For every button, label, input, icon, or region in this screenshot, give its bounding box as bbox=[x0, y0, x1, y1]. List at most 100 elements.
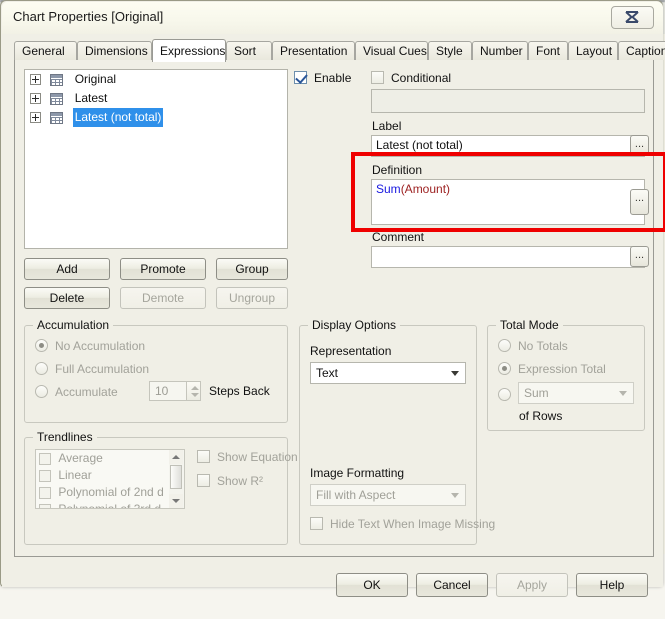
label-full-accumulation: Full Accumulation bbox=[55, 362, 150, 376]
representation-value: Text bbox=[316, 366, 339, 380]
expand-plus-icon[interactable] bbox=[30, 93, 41, 105]
label-input[interactable]: Latest (not total) bbox=[371, 135, 645, 157]
checkbox-conditional[interactable] bbox=[371, 71, 384, 84]
scroll-down-icon[interactable] bbox=[169, 494, 183, 508]
tab-sort[interactable]: Sort bbox=[226, 41, 272, 60]
radio-accumulate[interactable] bbox=[35, 385, 48, 398]
expand-plus-icon[interactable] bbox=[30, 112, 41, 124]
trendline-option-poly2[interactable]: Polynomial of 2nd d bbox=[36, 484, 169, 501]
trendline-option-label: Polynomial of 3rd d bbox=[58, 501, 161, 508]
cancel-button[interactable]: Cancel bbox=[416, 573, 488, 597]
tree-item-original[interactable]: Original bbox=[25, 70, 287, 89]
total-mode-group-title: Total Mode bbox=[496, 318, 563, 332]
trendline-option-poly3[interactable]: Polynomial of 3rd d bbox=[36, 501, 169, 508]
checkbox-show-r2[interactable] bbox=[197, 474, 210, 487]
definition-function-token: Sum bbox=[376, 182, 401, 196]
label-expression-total: Expression Total bbox=[518, 362, 606, 376]
promote-button[interactable]: Promote bbox=[120, 258, 206, 280]
close-button[interactable] bbox=[611, 6, 654, 29]
radio-aggregation[interactable] bbox=[498, 388, 511, 401]
radio-no-totals[interactable] bbox=[498, 339, 511, 352]
representation-select[interactable]: Text bbox=[310, 362, 466, 384]
trendline-option-average[interactable]: Average bbox=[36, 450, 169, 467]
spinner-up-icon[interactable] bbox=[191, 386, 199, 390]
trendlines-scrollbar[interactable] bbox=[169, 449, 185, 509]
label-definition-field: Definition bbox=[372, 163, 423, 177]
chevron-down-icon bbox=[451, 493, 459, 498]
tab-font[interactable]: Font bbox=[528, 41, 568, 60]
label-image-formatting: Image Formatting bbox=[310, 466, 405, 480]
expression-tree[interactable]: Original Latest Latest (not total) bbox=[24, 69, 288, 249]
tab-layout[interactable]: Layout bbox=[568, 41, 618, 60]
dialog-button-bar: OK Cancel Apply Help bbox=[3, 561, 664, 619]
tab-visual-cues[interactable]: Visual Cues bbox=[355, 41, 428, 60]
definition-argument-token: (Amount) bbox=[400, 182, 451, 196]
image-formatting-value: Fill with Aspect bbox=[316, 488, 396, 502]
image-formatting-select: Fill with Aspect bbox=[310, 484, 466, 506]
label-browse-button[interactable]: ... bbox=[630, 135, 649, 156]
trendline-option-label: Polynomial of 2nd d bbox=[58, 485, 164, 500]
group-button[interactable]: Group bbox=[216, 258, 288, 280]
definition-input[interactable]: Sum(Amount) bbox=[371, 179, 645, 225]
tab-style[interactable]: Style bbox=[428, 41, 472, 60]
label-show-equation: Show Equation bbox=[217, 450, 298, 464]
label-conditional: Conditional bbox=[391, 71, 452, 85]
steps-back-spinner[interactable] bbox=[186, 381, 201, 401]
tab-number[interactable]: Number bbox=[472, 41, 528, 60]
radio-expression-total[interactable] bbox=[498, 362, 511, 375]
tree-item-label: Original bbox=[74, 72, 117, 87]
tab-presentation[interactable]: Presentation bbox=[272, 41, 355, 60]
dialog-client-area: General Dimensions Expressions Sort Pres… bbox=[2, 34, 665, 597]
aggregation-select: Sum bbox=[518, 382, 634, 404]
checkbox-icon[interactable] bbox=[39, 452, 51, 465]
tab-general[interactable]: General bbox=[14, 41, 77, 60]
label-steps-back: Steps Back bbox=[209, 384, 270, 398]
tree-item-label-selected: Latest (not total) bbox=[72, 108, 164, 128]
add-button[interactable]: Add bbox=[24, 258, 110, 280]
definition-browse-button[interactable]: ... bbox=[630, 189, 649, 215]
scrollbar-thumb[interactable] bbox=[170, 465, 182, 489]
steps-back-input[interactable]: 10 bbox=[149, 381, 187, 401]
expressions-panel: Original Latest Latest (not total) Add P… bbox=[14, 60, 654, 557]
scroll-up-icon[interactable] bbox=[169, 450, 183, 464]
delete-button[interactable]: Delete bbox=[24, 287, 110, 309]
trendline-option-label: Linear bbox=[58, 468, 92, 483]
radio-no-accumulation[interactable] bbox=[35, 339, 48, 352]
tab-caption[interactable]: Caption bbox=[618, 41, 665, 60]
dialog-titlebar: Chart Properties [Original] bbox=[2, 2, 663, 34]
tree-item-latest[interactable]: Latest bbox=[25, 89, 287, 108]
tab-expressions[interactable]: Expressions bbox=[152, 39, 226, 62]
tab-dimensions[interactable]: Dimensions bbox=[77, 41, 152, 60]
tab-strip: General Dimensions Expressions Sort Pres… bbox=[14, 39, 665, 62]
comment-browse-button[interactable]: ... bbox=[630, 246, 649, 267]
help-button[interactable]: Help bbox=[576, 573, 648, 597]
ok-button[interactable]: OK bbox=[336, 573, 408, 597]
tree-item-latest-not-total[interactable]: Latest (not total) bbox=[25, 108, 287, 128]
trendline-option-linear[interactable]: Linear bbox=[36, 467, 169, 484]
dialog-title: Chart Properties [Original] bbox=[13, 9, 164, 24]
accumulation-group: Accumulation No Accumulation Full Accumu… bbox=[24, 318, 288, 423]
expand-plus-icon[interactable] bbox=[30, 74, 41, 86]
trendlines-list[interactable]: Average Linear Polynomial of 2nd d Polyn… bbox=[35, 449, 170, 509]
trendlines-group-title: Trendlines bbox=[33, 430, 97, 444]
checkbox-icon[interactable] bbox=[39, 469, 51, 482]
accumulation-group-title: Accumulation bbox=[33, 318, 114, 332]
comment-input[interactable] bbox=[371, 246, 645, 268]
checkbox-enable[interactable] bbox=[294, 71, 307, 84]
total-mode-group: Total Mode No Totals Expression Total Su… bbox=[487, 318, 645, 431]
label-of-rows: of Rows bbox=[519, 409, 563, 423]
tree-item-label: Latest bbox=[74, 91, 108, 106]
label-enable: Enable bbox=[314, 71, 352, 85]
conditional-input[interactable] bbox=[371, 89, 645, 113]
label-show-r2: Show R² bbox=[217, 474, 264, 488]
chevron-down-icon bbox=[619, 391, 627, 396]
apply-button: Apply bbox=[496, 573, 568, 597]
radio-full-accumulation[interactable] bbox=[35, 362, 48, 375]
label-representation: Representation bbox=[310, 344, 392, 358]
checkbox-show-equation[interactable] bbox=[197, 450, 210, 463]
display-options-group: Display Options Representation Text Imag… bbox=[299, 318, 495, 545]
checkbox-icon[interactable] bbox=[39, 503, 51, 508]
checkbox-icon[interactable] bbox=[39, 486, 51, 499]
label-no-accumulation: No Accumulation bbox=[55, 339, 146, 353]
spinner-down-icon[interactable] bbox=[191, 393, 199, 397]
